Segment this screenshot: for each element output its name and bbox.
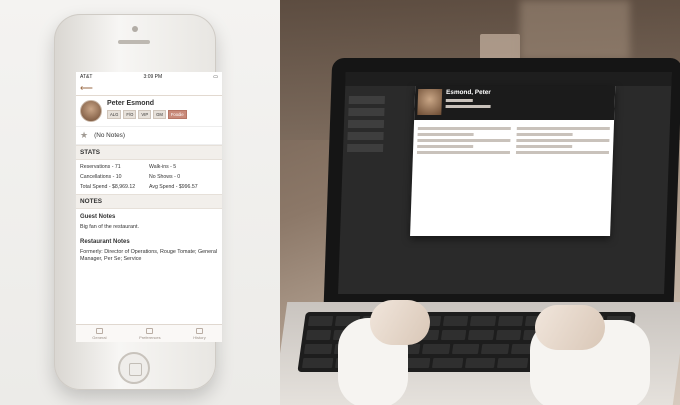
- stats-grid: Reservations - 71 Walk-ins - 5 Cancellat…: [76, 160, 222, 194]
- general-icon: [95, 328, 103, 334]
- composite-photo: AT&T 3:09 PM ▭ ⟵ Peter Esmond ALG F/O VI…: [0, 0, 680, 405]
- notes-section-title: NOTES: [76, 194, 222, 209]
- guest-notes-text: Big fan of the restaurant.: [80, 224, 140, 230]
- card-field-line: [515, 151, 610, 154]
- card-field-line: [516, 139, 610, 142]
- guest-avatar: [80, 100, 102, 122]
- back-arrow-icon[interactable]: ⟵: [80, 83, 93, 94]
- card-field-line: [416, 151, 511, 154]
- sidebar-item[interactable]: [346, 144, 384, 152]
- card-header: Esmond, Peter: [414, 86, 616, 120]
- card-field-line: [417, 133, 474, 136]
- tag-fo[interactable]: F/O: [123, 110, 137, 119]
- tab-history-label: History: [193, 335, 206, 340]
- stat-walkins: Walk-ins - 5: [149, 164, 177, 170]
- home-button[interactable]: [118, 352, 150, 384]
- stats-section-title: STATS: [76, 145, 222, 160]
- guest-profile-card: Esmond, Peter: [410, 86, 616, 236]
- card-field-line: [417, 145, 474, 148]
- stat-avg-spend: Avg Spend - $996.57: [149, 184, 198, 190]
- card-subtitle-line: [445, 99, 473, 102]
- tag-foodie[interactable]: Foodie: [167, 110, 187, 119]
- app-sidebar: [342, 92, 411, 292]
- card-guest-name: Esmond, Peter: [445, 89, 491, 96]
- status-bar: AT&T 3:09 PM ▭: [76, 72, 222, 82]
- card-subtitle-line: [445, 105, 491, 108]
- tab-general-label: General: [92, 335, 107, 340]
- tag-alg[interactable]: ALG: [107, 110, 122, 119]
- tag-gm[interactable]: GM: [153, 110, 166, 119]
- restaurant-notes-text: Formerly: Director of Operations, Rouge …: [80, 248, 218, 263]
- guest-notes-title: Guest Notes: [80, 214, 116, 220]
- notes-placeholder: (No Notes): [94, 132, 125, 139]
- right-hand: [535, 305, 605, 350]
- laptop-lid: Esmond, Peter: [323, 58, 680, 303]
- card-field-line: [516, 127, 610, 130]
- guest-tags: ALG F/O VIP GM Foodie: [107, 110, 187, 119]
- tab-history[interactable]: History: [193, 328, 206, 340]
- carrier-label: AT&T: [80, 74, 93, 80]
- card-field-line: [417, 139, 511, 142]
- earpiece-speaker: [118, 40, 150, 44]
- star-icon[interactable]: ★: [80, 130, 88, 141]
- tab-preferences[interactable]: Preferences: [139, 328, 161, 340]
- history-icon: [195, 328, 203, 334]
- tab-preferences-label: Preferences: [139, 335, 161, 340]
- nav-bar: ⟵: [76, 82, 222, 96]
- guest-name: Peter Esmond: [107, 100, 155, 107]
- tab-bar: General Preferences History: [76, 324, 222, 342]
- phone-screen: AT&T 3:09 PM ▭ ⟵ Peter Esmond ALG F/O VI…: [76, 72, 222, 342]
- left-hand: [370, 300, 430, 345]
- time-label: 3:09 PM: [143, 74, 163, 80]
- card-avatar: [417, 89, 443, 115]
- stat-total-spend: Total Spend - $8,969.12: [80, 184, 136, 190]
- preferences-icon: [146, 328, 154, 334]
- card-field-line: [417, 127, 511, 130]
- iphone-device: AT&T 3:09 PM ▭ ⟵ Peter Esmond ALG F/O VI…: [54, 14, 222, 390]
- sidebar-item[interactable]: [347, 120, 385, 128]
- front-camera: [132, 26, 138, 32]
- tab-general[interactable]: General: [92, 328, 107, 340]
- laptop-photo: Esmond, Peter: [280, 0, 680, 405]
- sidebar-item[interactable]: [348, 96, 385, 104]
- card-field-line: [516, 133, 573, 136]
- stat-cancellations: Cancellations - 10: [80, 174, 122, 180]
- app-header-bar: [345, 72, 672, 86]
- sidebar-item[interactable]: [348, 108, 385, 116]
- card-body: [413, 120, 614, 161]
- stat-noshows: No Shows - 0: [149, 174, 181, 180]
- tag-vip[interactable]: VIP: [138, 110, 152, 119]
- sidebar-item[interactable]: [347, 132, 384, 140]
- card-field-line: [516, 145, 573, 148]
- background-blur: [520, 0, 630, 60]
- notes-row[interactable]: ★ (No Notes): [76, 126, 222, 145]
- laptop-display: Esmond, Peter: [338, 72, 672, 294]
- stat-reservations: Reservations - 71: [80, 164, 121, 170]
- battery-icon: ▭: [213, 74, 218, 80]
- restaurant-notes-title: Restaurant Notes: [80, 238, 130, 245]
- guest-profile-header: Peter Esmond ALG F/O VIP GM Foodie: [76, 96, 222, 126]
